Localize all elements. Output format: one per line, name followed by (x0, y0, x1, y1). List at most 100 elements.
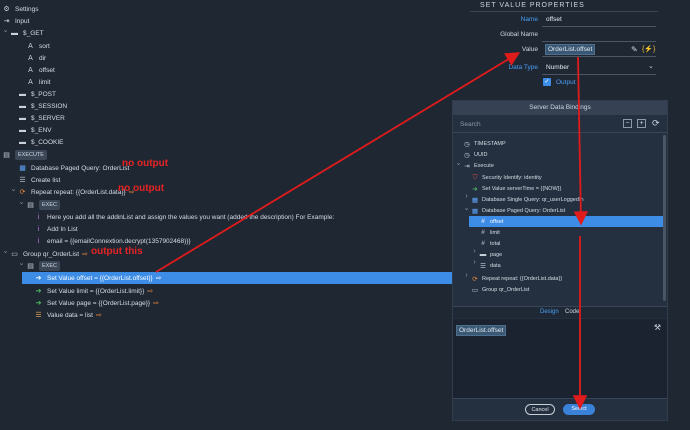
folder-icon: ▬ (19, 126, 26, 134)
binding-item[interactable]: ◷ UUID (453, 149, 663, 160)
pencil-icon[interactable]: ✎ (631, 45, 638, 54)
tree-item-label: Input (15, 17, 30, 25)
expand-chevron-icon[interactable]: ⌄ (10, 185, 17, 193)
annotation-output-this: output this (91, 246, 143, 257)
output-arrow-icon: ⇨ (147, 288, 154, 295)
set-value-icon: ➔ (472, 185, 478, 193)
select-button[interactable]: Select (563, 404, 595, 415)
tree-item[interactable]: Asort (26, 40, 50, 52)
global-name-field[interactable] (542, 41, 656, 42)
tree-item[interactable]: ▬ $_SESSION (18, 100, 67, 112)
shield-icon: ⛉ (472, 173, 478, 181)
output-checkbox[interactable]: ✓ (543, 78, 551, 86)
tree-item[interactable]: ▦ Database Paged Query: OrderList (18, 162, 129, 174)
data-type-label: Data Type (508, 64, 538, 71)
tree-item[interactable]: ▬ $_POST (18, 88, 56, 100)
name-field[interactable]: offset (546, 16, 562, 23)
tree-item[interactable]: ☰ Create list (18, 174, 60, 186)
action-steps-tree: ⚙Settings⌄⇥Input⌄▬$_GETAsortAdirAoffsetA… (0, 0, 452, 430)
tree-item[interactable]: Adir (26, 52, 46, 64)
binding-editor[interactable]: OrderList.offset ⚒ (453, 319, 667, 399)
set-value-icon: ➔ (35, 288, 42, 295)
expand-all-icon[interactable]: + (637, 119, 646, 128)
tree-item[interactable]: ➔ Set Value limit = {{OrderList.limit}} ⇨ (34, 285, 154, 297)
binding-item[interactable]: # offset (469, 216, 663, 227)
editor-value-tag[interactable]: OrderList.offset (456, 325, 507, 336)
tree-item[interactable]: ▤ EXEC (26, 260, 60, 272)
tree-item[interactable]: ▬ $_GET (10, 27, 44, 39)
tree-item[interactable]: ▬ $_COOKIE (18, 136, 64, 148)
tree-item-label: Repeat repeat: {{OrderList.data}} (31, 188, 126, 196)
variable-icon: A (28, 42, 33, 50)
binding-item[interactable]: ⇥ Execute (453, 160, 663, 171)
divider (470, 11, 658, 12)
tree-item[interactable]: ▤ EXEC (26, 199, 60, 211)
binding-item[interactable]: ⛉ Security Identify: identity (453, 172, 663, 183)
folder-icon: ▬ (479, 251, 487, 258)
annotation-no-output-1: no output (122, 158, 169, 169)
binding-item-label: UUID (474, 151, 488, 158)
binding-item-label: Repeat repeat: {{OrderList.data}} (482, 275, 563, 282)
binding-item[interactable]: ▭ Group qr_OrderList (453, 284, 663, 295)
binding-item[interactable]: ◷ TIMESTAMP (453, 138, 663, 149)
search-input[interactable]: Search (460, 121, 481, 128)
data-type-select[interactable]: Number (546, 64, 569, 71)
tree-item[interactable]: Aoffset (26, 64, 55, 76)
data-type-underline (542, 74, 656, 75)
tree-item-label: offset (39, 66, 55, 74)
cancel-button[interactable]: Cancel (525, 404, 555, 415)
binding-item[interactable]: # total (453, 238, 663, 249)
tree-item-label: EXEC (39, 200, 60, 210)
info-icon: i (37, 237, 40, 245)
binding-item[interactable]: ⟳ Repeat repeat: {{OrderList.data}} (453, 273, 663, 284)
tree-item[interactable]: i Here you add all the addinList and assi… (34, 211, 335, 223)
dialog-footer: Cancel Select (453, 398, 667, 420)
binding-item[interactable]: ☰ data (453, 260, 663, 271)
folder-icon: ▬ (19, 138, 26, 146)
binding-item-label: limit (490, 229, 500, 236)
binding-item[interactable]: # limit (453, 227, 663, 238)
tree-item[interactable]: ⚙ Settings (2, 3, 38, 15)
expand-chevron-icon[interactable]: ⌄ (2, 26, 9, 34)
name-field-underline (542, 26, 656, 27)
tree-item[interactable]: i Add In List (34, 223, 78, 235)
expand-chevron-icon[interactable]: ⌄ (18, 259, 25, 267)
tree-item-label: Set Value limit = {{OrderList.limit}} (47, 287, 145, 295)
clock-icon: ◷ (464, 140, 470, 148)
expand-chevron-icon[interactable]: ⌄ (18, 198, 25, 206)
dynamic-data-icon[interactable]: {⚡} (642, 45, 655, 53)
binding-item-label: page (490, 251, 503, 258)
panel-title: SET VALUE PROPERTIES (480, 2, 585, 9)
collapse-all-icon[interactable]: − (623, 119, 632, 128)
binding-item[interactable]: ➔ Set Value serverTime = {{NOW}} (453, 183, 663, 194)
refresh-icon[interactable]: ⟳ (652, 118, 660, 129)
binding-item[interactable]: ▬ page (453, 249, 663, 260)
repeat-icon: ⟳ (472, 275, 478, 283)
tree-item-label: Group qr_OrderList (23, 250, 79, 258)
tree-item-label: sort (39, 42, 50, 50)
chevron-down-icon[interactable]: ⌄ (648, 62, 654, 70)
tab-code[interactable]: Code (565, 309, 579, 315)
binding-item[interactable]: ▦ Database Paged Query: OrderList (453, 205, 663, 216)
magic-wand-icon[interactable]: ⚒ (654, 323, 661, 332)
expand-chevron-icon[interactable]: ⌄ (0, 14, 1, 22)
tree-item[interactable]: Alimit (26, 76, 50, 88)
tree-item-label: $_POST (31, 90, 56, 98)
scrollbar[interactable] (663, 135, 666, 301)
expand-chevron-icon[interactable]: ⌄ (2, 247, 9, 255)
folder-icon: ▬ (19, 90, 26, 98)
tab-design[interactable]: Design (540, 309, 559, 315)
tree-item[interactable]: ▬ $_SERVER (18, 112, 65, 124)
tree-item[interactable]: ▤ EXECUTE (2, 149, 47, 161)
tree-item[interactable]: ➔ Set Value page = {{OrderList.page}} ⇨ (34, 297, 159, 309)
tree-item[interactable]: ▬ $_ENV (18, 124, 52, 136)
value-field[interactable]: OrderList.offset (545, 44, 596, 55)
folder-icon: ▬ (19, 102, 26, 110)
name-label: Name (520, 16, 538, 23)
tree-item[interactable]: ➔ Set Value offset = {{OrderList.offset}}… (22, 272, 452, 284)
binding-item[interactable]: ▦ Database Single Query: qr_userLoggedIn (453, 194, 663, 205)
binding-item-label: offset (490, 218, 504, 225)
tree-item[interactable]: ☰ Value data = list ⇨ (34, 309, 101, 321)
expand-chevron-icon[interactable]: ⌄ (0, 148, 1, 156)
output-label: Output (556, 79, 576, 86)
